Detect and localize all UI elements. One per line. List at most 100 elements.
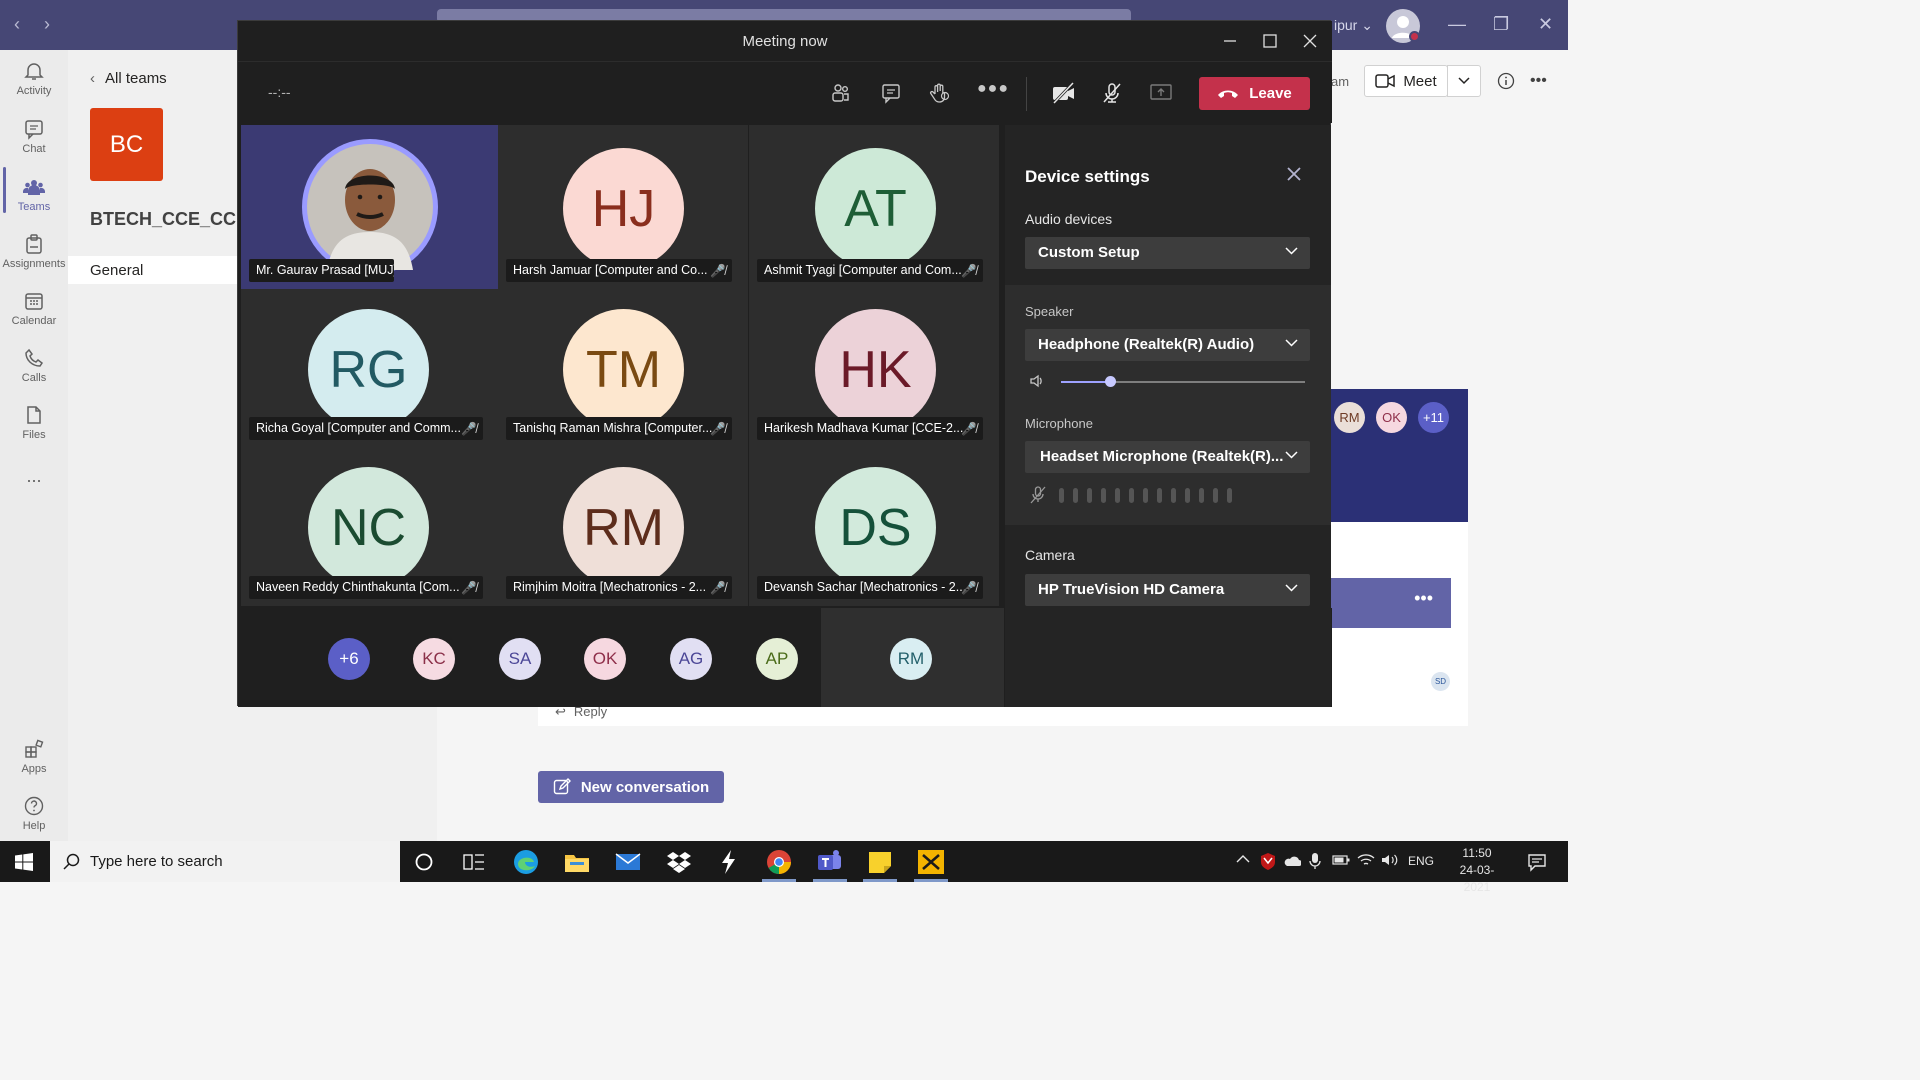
rail-calendar[interactable]: Calendar (0, 290, 68, 327)
participant-avatar[interactable]: AP (756, 638, 798, 680)
rail-label: Apps (21, 763, 47, 775)
more-participants-badge[interactable]: +6 (328, 638, 370, 680)
language-indicator[interactable]: ENG (1408, 854, 1434, 868)
mic-level-bar (1199, 488, 1204, 503)
new-conversation-label: New conversation (580, 778, 710, 796)
more-actions-icon[interactable]: ●●● (977, 80, 1009, 98)
self-avatar[interactable]: RM (890, 638, 932, 680)
participant-avatar: NC (308, 467, 429, 588)
participant-name: Naveen Reddy Chinthakunta [Com... (256, 580, 460, 594)
participant-tile[interactable]: Mr. Gaurav Prasad [MUJ] (241, 125, 498, 289)
join-meeting-bar[interactable]: ••• (1331, 578, 1451, 628)
search-placeholder: Type here to search (90, 853, 223, 870)
camera-value: HP TrueVision HD Camera (1038, 581, 1225, 598)
meet-dropdown[interactable] (1447, 65, 1481, 97)
file-icon (27, 406, 41, 424)
onedrive-icon[interactable] (1283, 855, 1301, 867)
participant-tile[interactable]: DS Devansh Sachar [Mechatronics - 2... 🎤̸ (749, 446, 999, 606)
participant-tile[interactable]: AT Ashmit Tyagi [Computer and Com... 🎤̸ (749, 125, 999, 289)
battery-icon[interactable] (1332, 854, 1350, 866)
participant-avatar[interactable]: KC (413, 638, 455, 680)
maximize-icon[interactable] (1262, 31, 1278, 51)
dropbox-icon[interactable] (664, 847, 694, 877)
app-bolt-icon[interactable] (714, 847, 744, 877)
new-conversation-button[interactable]: New conversation (538, 771, 724, 803)
rail-chat[interactable]: Chat (0, 118, 68, 155)
cortana-icon[interactable] (414, 852, 434, 872)
channel-item-general[interactable]: General (68, 256, 238, 284)
participants-icon[interactable] (830, 82, 852, 104)
meeting-window: Meeting now --:-- ●●● Leave Mr. Gaurav P… (237, 20, 1332, 707)
participant-avatar[interactable]: SA (499, 638, 541, 680)
rail-activity[interactable]: Activity (0, 60, 68, 97)
participant-tile[interactable]: NC Naveen Reddy Chinthakunta [Com... 🎤̸ (241, 446, 498, 606)
participant-tile[interactable]: RM Rimjhim Moitra [Mechatronics - 2... 🎤̸ (498, 446, 748, 606)
edge-icon[interactable] (511, 847, 541, 877)
rail-help[interactable]: Help (0, 795, 68, 832)
restore-icon[interactable]: ❐ (1493, 14, 1509, 35)
close-icon[interactable] (1302, 31, 1318, 51)
audio-device-select[interactable]: Custom Setup (1025, 237, 1310, 269)
snip-tool-icon[interactable] (916, 847, 946, 877)
microphone-select[interactable]: Headset Microphone (Realtek(R)... (1025, 441, 1310, 473)
microphone-off-icon[interactable] (1101, 82, 1123, 104)
mail-icon[interactable] (613, 847, 643, 877)
chevron-up-icon[interactable] (1236, 854, 1250, 864)
microphone-off-icon: 🎤̸ (961, 422, 977, 436)
speaker-select[interactable]: Headphone (Realtek(R) Audio) (1025, 329, 1310, 361)
team-logo: BC (90, 108, 163, 181)
volume-icon[interactable] (1381, 853, 1399, 867)
minimize-icon[interactable]: — (1448, 14, 1466, 35)
raise-hand-icon[interactable] (928, 82, 950, 104)
sticky-notes-icon[interactable] (865, 847, 895, 877)
more-icon[interactable]: ••• (1414, 588, 1433, 608)
reply-box (538, 706, 1468, 726)
meet-button[interactable]: Meet (1364, 65, 1448, 97)
rail-files[interactable]: Files (0, 404, 68, 441)
close-icon[interactable] (1287, 167, 1301, 181)
audio-device-value: Custom Setup (1038, 244, 1140, 261)
clock[interactable]: 11:50 24-03-2021 (1447, 845, 1507, 896)
file-explorer-icon[interactable] (562, 847, 592, 877)
rail-apps[interactable]: Apps (0, 738, 68, 775)
all-teams-link[interactable]: ‹ All teams (90, 70, 167, 87)
audio-section (1005, 285, 1331, 525)
rail-more[interactable]: ... (0, 466, 68, 487)
wifi-icon[interactable] (1357, 853, 1375, 867)
participant-avatar[interactable]: OK (584, 638, 626, 680)
notifications-icon[interactable] (1527, 852, 1547, 872)
info-icon[interactable] (1497, 72, 1515, 90)
rail-teams[interactable]: Teams (0, 176, 68, 213)
speaker-volume-handle[interactable] (1104, 376, 1116, 387)
org-switcher[interactable]: ipur ⌄ (1334, 17, 1373, 34)
camera-off-icon[interactable] (1051, 82, 1077, 104)
rail-label: Chat (22, 143, 46, 155)
team-tab-partial[interactable]: am (1331, 74, 1349, 89)
back-arrow-icon[interactable]: ‹ (14, 14, 20, 35)
rail-assignments[interactable]: Assignments (0, 233, 68, 270)
mcafee-icon[interactable] (1260, 852, 1276, 870)
forward-arrow-icon[interactable]: › (44, 14, 50, 35)
participant-tile[interactable]: HK Harikesh Madhava Kumar [CCE-2... 🎤̸ (749, 289, 999, 449)
microphone-icon[interactable] (1309, 852, 1321, 870)
clock-time: 11:50 (1462, 846, 1492, 860)
close-icon[interactable]: ✕ (1538, 14, 1553, 35)
participant-tile[interactable]: RG Richa Goyal [Computer and Comm... 🎤̸ (241, 289, 498, 449)
taskbar-search[interactable]: Type here to search (50, 841, 400, 882)
leave-button[interactable]: Leave (1199, 77, 1310, 110)
team-name[interactable]: BTECH_CCE_CC16 (90, 209, 256, 230)
camera-select[interactable]: HP TrueVision HD Camera (1025, 574, 1310, 606)
participant-name: Devansh Sachar [Mechatronics - 2... (764, 580, 967, 594)
participant-tile[interactable]: TM Tanishq Raman Mishra [Computer... 🎤̸ (498, 289, 748, 449)
minimize-icon[interactable] (1222, 31, 1238, 51)
chrome-icon[interactable] (764, 847, 794, 877)
share-screen-icon[interactable] (1149, 82, 1173, 104)
teams-icon[interactable] (815, 847, 845, 877)
rail-calls[interactable]: Calls (0, 347, 68, 384)
chat-icon[interactable] (880, 82, 902, 104)
participant-avatar[interactable]: AG (670, 638, 712, 680)
more-options-icon[interactable]: ••• (1530, 72, 1547, 90)
participant-tile[interactable]: HJ Harsh Jamuar [Computer and Co... 🎤̸ (498, 125, 748, 289)
task-view-icon[interactable] (463, 852, 485, 872)
windows-start-icon[interactable] (15, 853, 33, 871)
